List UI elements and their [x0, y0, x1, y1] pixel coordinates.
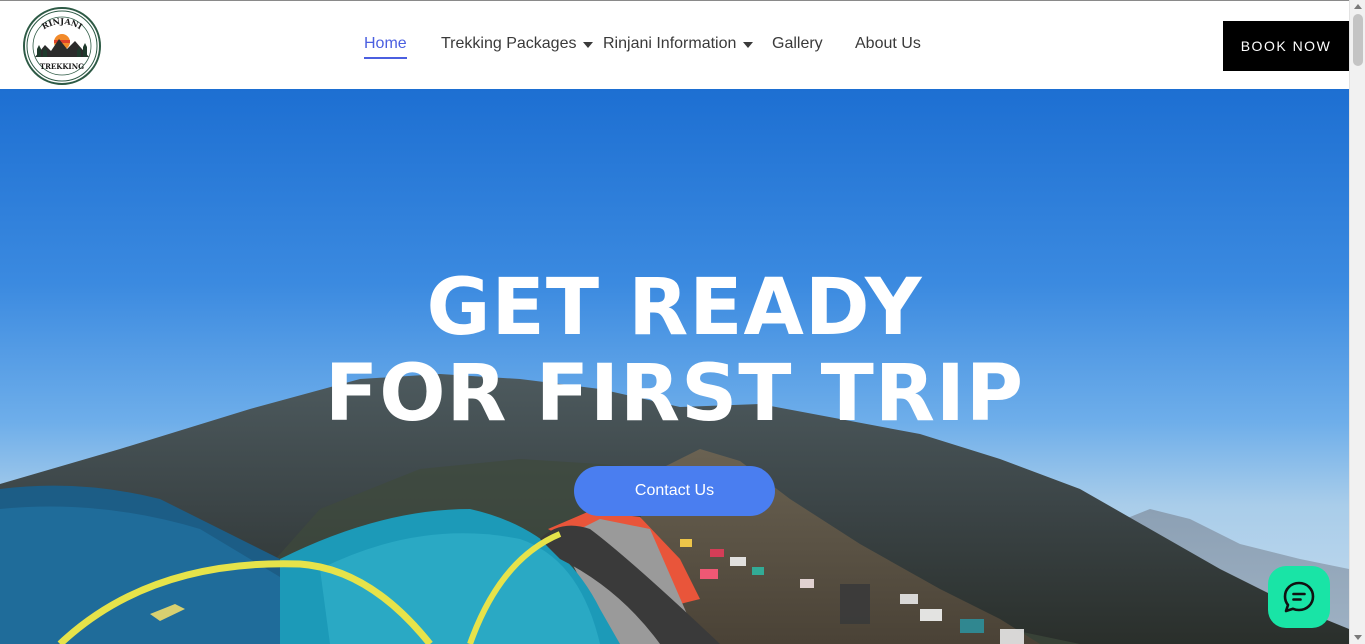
hero-title-line-2: FOR FIRST TRIP	[324, 349, 1025, 439]
scroll-up-icon[interactable]	[1354, 4, 1362, 9]
chat-bubble-icon	[1283, 581, 1315, 613]
nav-item-label: Rinjani Information	[603, 35, 737, 52]
nav-item-home[interactable]: Home	[364, 35, 407, 59]
chat-widget-button[interactable]	[1268, 566, 1330, 628]
book-now-button[interactable]: BOOK NOW	[1223, 21, 1349, 71]
scroll-down-icon[interactable]	[1354, 635, 1362, 640]
hero-section: GET READY FOR FIRST TRIP Contact Us	[0, 89, 1349, 644]
page-scrollbar[interactable]	[1349, 0, 1365, 644]
site-header: RINJANI TREKKING Home Trekking Packages …	[0, 0, 1349, 89]
hero-title-line-1: GET READY	[426, 263, 923, 353]
caret-down-icon	[583, 41, 594, 48]
main-nav: Home Trekking Packages Rinjani Informati…	[0, 1, 1349, 90]
nav-item-about-us[interactable]: About Us	[855, 35, 921, 53]
scrollbar-thumb[interactable]	[1353, 14, 1363, 66]
nav-item-gallery[interactable]: Gallery	[772, 35, 823, 53]
active-underline	[364, 57, 407, 59]
hero-title: GET READY FOR FIRST TRIP	[0, 265, 1349, 437]
caret-down-icon	[743, 41, 754, 48]
contact-us-button[interactable]: Contact Us	[574, 466, 775, 516]
nav-item-label: Trekking Packages	[441, 35, 577, 52]
nav-item-label: Home	[364, 35, 407, 52]
nav-item-label: Gallery	[772, 35, 823, 52]
nav-item-trekking-packages[interactable]: Trekking Packages	[441, 35, 594, 53]
nav-item-label: About Us	[855, 35, 921, 52]
nav-item-rinjani-information[interactable]: Rinjani Information	[603, 35, 754, 53]
